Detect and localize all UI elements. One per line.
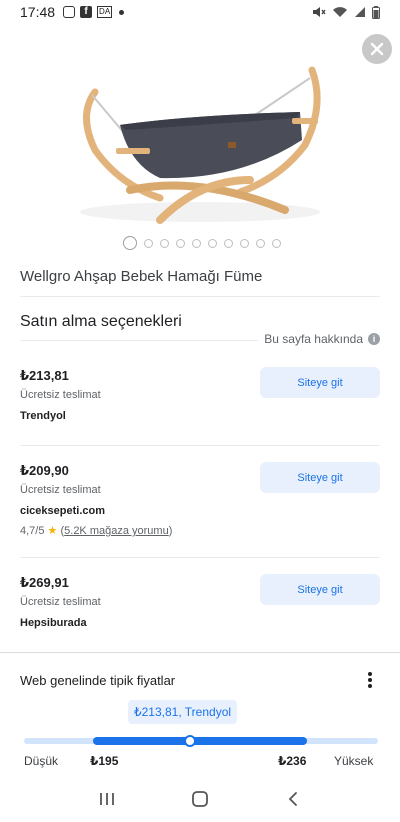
signal-icon — [355, 7, 365, 17]
offer-item: ₺213,81 Ücretsiz teslimat Trendyol Sitey… — [20, 367, 380, 422]
section-divider — [0, 652, 400, 653]
home-icon — [192, 791, 208, 807]
more-notifications-dot — [119, 9, 125, 15]
store-reviews-link[interactable]: 5.2K mağaza yorumu — [64, 525, 169, 537]
rating-value: 4,7/5 — [20, 525, 45, 537]
typical-price-range — [93, 737, 307, 745]
recent-apps-icon — [99, 793, 114, 805]
pager-dot[interactable] — [192, 238, 201, 248]
pager-dot[interactable] — [240, 238, 249, 248]
system-nav-bar — [0, 776, 400, 822]
offer-item: ₺269,91 Ücretsiz teslimat Hepsiburada Si… — [20, 574, 380, 629]
visit-site-button[interactable]: Siteye git — [260, 367, 380, 398]
purchase-options-title: Satın alma seçenekleri — [20, 313, 182, 330]
pager-dot[interactable] — [272, 238, 281, 248]
pager-dot[interactable] — [123, 236, 137, 250]
product-title: Wellgro Ahşap Bebek Hamağı Füme — [20, 268, 263, 285]
mute-icon — [313, 7, 326, 17]
high-label: Yüksek — [334, 754, 374, 768]
pager-dot[interactable] — [144, 238, 153, 248]
facebook-icon: f — [80, 6, 93, 18]
typical-prices-title: Web genelinde tipik fiyatlar — [20, 673, 176, 688]
divider — [20, 340, 258, 341]
divider — [20, 296, 380, 297]
offer-store: Trendyol — [20, 410, 66, 422]
instagram-icon — [63, 6, 76, 18]
notification-icons: f DA — [63, 6, 125, 18]
divider — [20, 557, 380, 558]
image-pager — [0, 236, 400, 250]
pager-dot[interactable] — [160, 238, 169, 248]
pager-dot[interactable] — [224, 238, 233, 248]
wifi-icon — [333, 7, 347, 17]
close-button[interactable] — [362, 34, 392, 64]
current-price-tooltip: ₺213,81, Trendyol — [128, 700, 238, 724]
store-rating: 4,7/5 ★ (5.2K mağaza yorumu) — [20, 525, 173, 537]
visit-site-button[interactable]: Siteye git — [260, 574, 380, 605]
low-price-value: ₺195 — [90, 754, 119, 768]
back-button[interactable] — [273, 779, 313, 819]
visit-site-button[interactable]: Siteye git — [260, 462, 380, 493]
offer-item: ₺209,90 Ücretsiz teslimat ciceksepeti.co… — [20, 462, 380, 537]
pager-dot[interactable] — [256, 238, 265, 248]
low-label: Düşük — [24, 754, 59, 768]
home-button[interactable] — [180, 779, 220, 819]
status-time: 17:48 — [20, 4, 56, 20]
current-price-marker — [184, 735, 196, 747]
high-price-value: ₺236 — [278, 754, 307, 768]
product-image[interactable] — [0, 30, 400, 230]
offer-store: ciceksepeti.com — [20, 505, 105, 517]
pager-dot[interactable] — [208, 238, 217, 248]
battery-icon — [372, 5, 380, 19]
star-icon: ★ — [47, 525, 58, 537]
close-icon — [370, 42, 384, 56]
info-icon: i — [368, 333, 380, 345]
about-page-label: Bu sayfa hakkında — [264, 332, 363, 346]
status-bar: 17:48 f DA — [0, 0, 400, 24]
system-icons — [312, 5, 380, 19]
recent-apps-button[interactable] — [87, 779, 127, 819]
more-options-icon[interactable] — [366, 670, 374, 690]
back-icon — [289, 792, 298, 806]
divider — [20, 445, 380, 446]
news-app-icon: DA — [97, 6, 113, 18]
pager-dot[interactable] — [176, 238, 185, 248]
offer-store: Hepsiburada — [20, 617, 87, 629]
about-page-link[interactable]: Bu sayfa hakkında i — [264, 332, 380, 346]
